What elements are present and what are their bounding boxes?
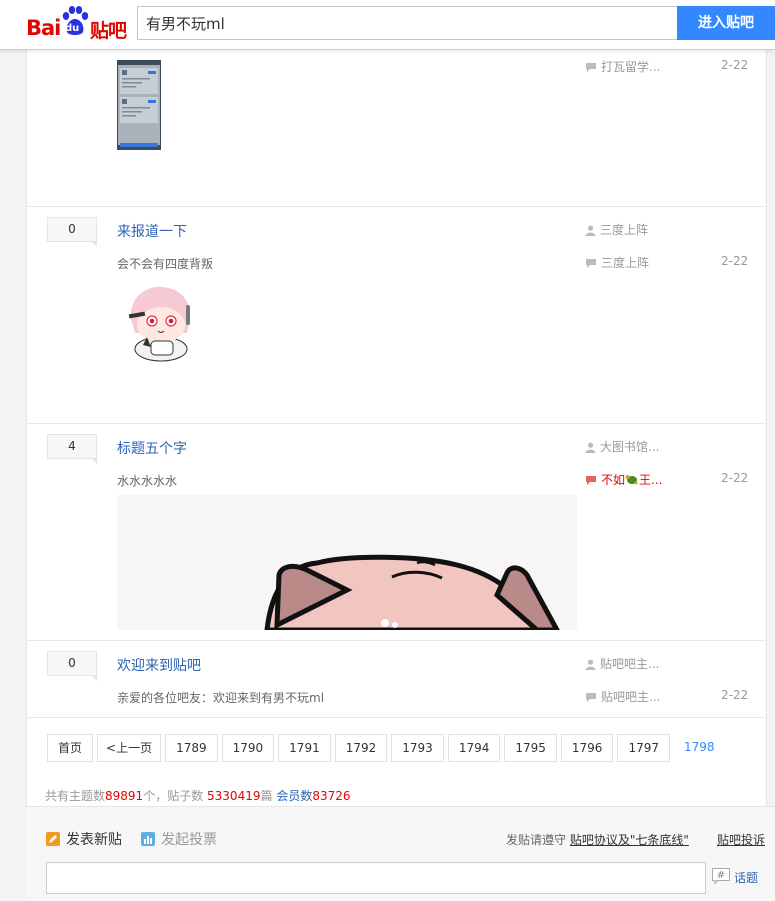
page-link[interactable]: 1789: [165, 734, 218, 762]
prev-page-link[interactable]: <上一页: [97, 734, 162, 762]
topic-label: 话题: [734, 871, 759, 885]
pagination: 首页 <上一页 1789 1790 1791 1792 1793 1794 17…: [47, 734, 729, 762]
logo-text-du: du: [65, 23, 80, 34]
thread-item: 0 欢迎来到贴吧 亲爱的各位吧友：欢迎来到有男不玩ml 贴吧吧主... 贴吧吧主…: [27, 641, 766, 718]
last-replier-name: 贴吧吧主...: [601, 690, 661, 704]
stats-posts-unit: 篇: [260, 789, 277, 803]
first-page-link[interactable]: 首页: [47, 734, 94, 762]
page-link[interactable]: 1795: [504, 734, 557, 762]
stats-posts-label: 个，贴子数: [143, 789, 208, 803]
last-replier[interactable]: 三度上阵: [585, 254, 649, 271]
hashtag-icon: #: [712, 868, 730, 884]
pencil-icon: [46, 832, 60, 846]
thread-author[interactable]: 大图书馆...: [585, 438, 659, 455]
logo-text-tieba: 贴吧: [90, 20, 127, 42]
topic-button[interactable]: # 话题: [712, 868, 758, 886]
comment-icon: [586, 476, 596, 485]
rules-prefix: 发贴请遵守: [506, 833, 570, 847]
complain-link[interactable]: 贴吧投诉: [717, 831, 765, 848]
comment-icon: [586, 259, 596, 268]
thread-author[interactable]: 贴吧吧主...: [585, 655, 659, 672]
reply-date: 2-22: [721, 688, 749, 702]
thread-title-link[interactable]: 欢迎来到贴吧: [117, 655, 201, 675]
comment-icon: [586, 693, 596, 702]
thread-list-panel: 打瓦留学... 2-22 0 来报道一下 会不会有四度背叛 三度上阵 三度上阵 …: [26, 50, 767, 806]
thread-title-link[interactable]: 来报道一下: [117, 221, 187, 241]
stats-posts-count: 5330419: [207, 789, 261, 803]
new-post-label: 发表新贴: [66, 832, 122, 848]
page-link[interactable]: 1794: [447, 734, 501, 762]
page-link[interactable]: 1796: [560, 734, 614, 762]
stats-topics-label: 共有主题数: [45, 789, 106, 803]
post-title-input[interactable]: [46, 862, 706, 894]
reply-count-badge: 0: [47, 651, 97, 681]
page-link[interactable]: 1791: [278, 734, 331, 762]
new-vote-tab[interactable]: 发起投票: [141, 829, 217, 849]
page-link[interactable]: 1790: [221, 734, 275, 762]
baidu-tieba-logo[interactable]: Bai du 贴吧: [26, 6, 130, 42]
svg-text:#: #: [717, 870, 725, 881]
thread-item: 0 来报道一下 会不会有四度背叛 三度上阵 三度上阵 2-22: [27, 207, 766, 424]
forum-stats: 共有主题数89891个，贴子数 5330419篇 会员数83726: [45, 787, 351, 804]
thread-abstract: 亲爱的各位吧友：欢迎来到有男不玩ml: [117, 691, 325, 705]
thread-author-name: 贴吧吧主...: [600, 657, 660, 671]
rules-link[interactable]: 贴吧协议及"七条底线": [570, 833, 689, 847]
enter-tieba-button[interactable]: 进入贴吧: [677, 6, 775, 40]
members-link[interactable]: 会员数: [276, 789, 312, 803]
reply-date: 2-22: [721, 254, 749, 268]
reply-date: 2-22: [721, 58, 749, 72]
current-page: 1798: [674, 734, 725, 762]
user-icon: [585, 659, 596, 670]
last-replier-name-suffix: 王...: [639, 473, 663, 487]
thread-author-name: 三度上阵: [600, 223, 649, 237]
thread-author[interactable]: 三度上阵: [585, 221, 648, 238]
page-link[interactable]: 1793: [391, 734, 444, 762]
last-replier[interactable]: 不如 王...: [585, 471, 662, 488]
stats-topics-count: 89891: [105, 789, 144, 803]
stats-members-count: 83726: [312, 789, 351, 803]
reply-count-badge: 4: [47, 434, 97, 464]
top-header: Bai du 贴吧 进入贴吧: [0, 0, 775, 50]
reply-date: 2-22: [721, 471, 749, 485]
last-replier[interactable]: 贴吧吧主...: [585, 688, 660, 705]
thread-abstract: 水水水水水: [117, 474, 178, 488]
posting-rules: 发贴请遵守 贴吧协议及"七条底线": [506, 831, 689, 848]
page-link[interactable]: 1797: [617, 734, 670, 762]
thread-title-link[interactable]: 标题五个字: [117, 438, 187, 458]
page-link[interactable]: 1792: [334, 734, 388, 762]
thread-item: 4 标题五个字 水水水水水 大图书馆... 不如 王... 2-22: [27, 424, 766, 641]
thread-author-name: 大图书馆...: [600, 440, 660, 454]
user-icon: [585, 442, 596, 453]
search-input[interactable]: [137, 6, 677, 40]
logo-text-bai: Bai: [26, 16, 61, 40]
thread-abstract: 会不会有四度背叛: [117, 257, 214, 271]
thread-image-anime-sticker[interactable]: [121, 283, 201, 363]
last-replier-name: 三度上阵: [601, 256, 650, 270]
post-editor-bar: 发表新贴 发起投票 发贴请遵守 贴吧协议及"七条底线" 贴吧投诉 # 话题: [26, 806, 775, 901]
thread-image-cat-cartoon[interactable]: [117, 495, 577, 630]
reply-count-badge: 0: [47, 217, 97, 247]
user-icon: [585, 225, 596, 236]
last-replier[interactable]: 打瓦留学...: [585, 58, 660, 75]
comment-icon: [586, 63, 596, 72]
new-vote-label: 发起投票: [161, 832, 217, 848]
thread-thumbnail[interactable]: [117, 60, 161, 150]
new-post-tab[interactable]: 发表新贴: [46, 829, 122, 849]
last-replier-name: 打瓦留学...: [601, 60, 661, 74]
turtle-emoji-icon: [625, 475, 638, 485]
last-replier-name: 不如: [601, 473, 626, 487]
bar-chart-icon: [141, 832, 155, 846]
